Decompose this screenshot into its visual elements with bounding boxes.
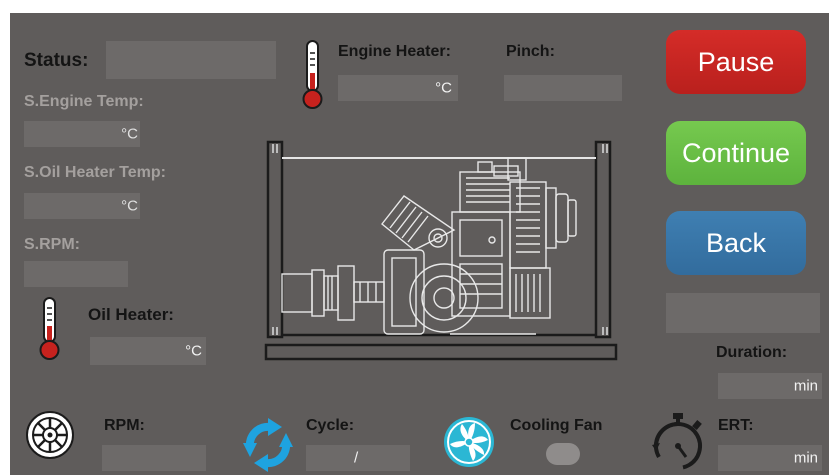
cycle-field: / <box>306 445 410 471</box>
status-label: Status: <box>24 50 89 71</box>
duration-label: Duration: <box>716 344 788 361</box>
status-field <box>106 41 276 79</box>
oil-heater-thermometer-icon <box>39 297 60 360</box>
cooling-fan-label: Cooling Fan <box>510 417 603 434</box>
rpm-field <box>102 445 206 471</box>
rpm-sensor-label: S.RPM: <box>24 236 80 253</box>
oil-heater-temp-label: S.Oil Heater Temp: <box>24 164 166 181</box>
rpm-label: RPM: <box>104 417 145 434</box>
control-screen: Status: S.Engine Temp: °C S.Oil Heater T… <box>10 13 829 475</box>
ert-field: min <box>718 445 822 471</box>
pause-button[interactable]: Pause <box>666 30 806 94</box>
engine-diagram <box>264 140 618 361</box>
oil-heater-field[interactable]: °C <box>90 337 206 365</box>
engine-temp-field: °C <box>24 121 140 147</box>
wheel-icon <box>26 411 74 459</box>
back-button[interactable]: Back <box>666 211 806 275</box>
pinch-field <box>504 75 622 101</box>
engine-heater-label: Engine Heater: <box>338 43 451 60</box>
message-field <box>666 293 820 333</box>
cycle-label: Cycle: <box>306 417 355 434</box>
engine-heater-thermometer-icon <box>302 40 323 109</box>
continue-button[interactable]: Continue <box>666 121 806 185</box>
ert-label: ERT: <box>718 417 754 434</box>
duration-field[interactable]: min <box>718 373 822 399</box>
fan-icon <box>444 417 494 467</box>
engine-heater-field[interactable]: °C <box>338 75 458 101</box>
oil-heater-label: Oil Heater: <box>88 305 174 324</box>
pinch-label: Pinch: <box>506 43 555 60</box>
engine-temp-label: S.Engine Temp: <box>24 93 144 110</box>
oil-heater-temp-field: °C <box>24 193 140 219</box>
cooling-fan-toggle[interactable] <box>546 443 580 465</box>
stopwatch-icon <box>652 413 702 470</box>
rpm-sensor-field <box>24 261 128 287</box>
cycle-icon <box>243 418 293 472</box>
